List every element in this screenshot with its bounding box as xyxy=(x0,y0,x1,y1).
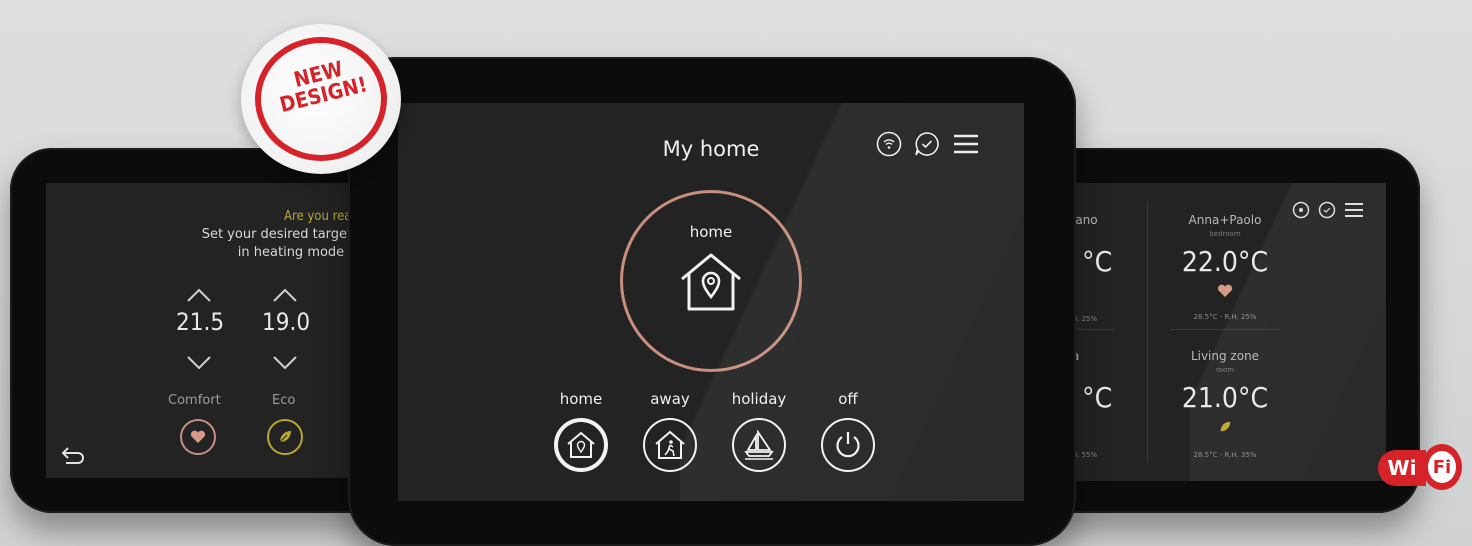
comfort-value: 21.5 xyxy=(176,308,225,336)
leaf-icon xyxy=(279,431,291,443)
mode-label: off xyxy=(838,390,858,408)
chat-check-icon[interactable] xyxy=(914,131,940,157)
menu-icon[interactable] xyxy=(952,133,980,155)
current-mode-label: home xyxy=(689,223,733,241)
right-toolbar xyxy=(1292,201,1364,219)
center-thermostat-device: My home home home away holiday off xyxy=(348,57,1076,546)
back-arrow-icon[interactable] xyxy=(60,445,88,465)
zone-temp[interactable]: °C xyxy=(1082,245,1112,278)
current-mode-dial[interactable]: home xyxy=(620,190,802,372)
right-thermostat-device: iano °C H. 25% Anna+Paolo bedroom 22.0°C… xyxy=(1030,148,1420,513)
zone-rh: H. 25% xyxy=(1072,315,1098,323)
zone-name: Anna+Paolo xyxy=(1188,213,1262,227)
right-screen: iano °C H. 25% Anna+Paolo bedroom 22.0°C… xyxy=(1030,183,1386,481)
eco-value: 19.0 xyxy=(262,308,311,336)
zone-temp[interactable]: °C xyxy=(1082,381,1112,414)
zone-rh: 28.5°C - R.H. 35% xyxy=(1193,451,1257,459)
wifi-logo: Wi Fi xyxy=(1378,442,1462,494)
mode-off[interactable]: off xyxy=(808,390,888,472)
holiday-mode-button[interactable] xyxy=(732,418,786,472)
wifi-status-icon[interactable] xyxy=(876,131,902,157)
mode-away[interactable]: away xyxy=(630,390,710,472)
home-location-icon xyxy=(681,253,741,311)
zone-rh: H. 55% xyxy=(1072,451,1098,459)
zone-temp[interactable]: 21.0°C xyxy=(1170,381,1280,414)
mode-label: away xyxy=(650,390,690,408)
zone-column-divider xyxy=(1147,201,1148,463)
away-mode-button[interactable] xyxy=(643,418,697,472)
chat-icon[interactable] xyxy=(1318,201,1336,219)
eco-up-icon[interactable] xyxy=(272,287,298,303)
zone-room: bedroom xyxy=(1209,230,1241,238)
zone-room: room xyxy=(1215,366,1235,374)
new-design-badge: NEW DESIGN! xyxy=(241,24,401,174)
zone-divider xyxy=(1075,329,1115,330)
heart-icon xyxy=(1217,284,1233,297)
center-screen: My home home home away holiday off xyxy=(398,103,1024,501)
mode-label: home xyxy=(559,390,603,408)
zone-name: iano xyxy=(1072,213,1098,227)
center-toolbar xyxy=(876,131,980,157)
menu-icon[interactable] xyxy=(1344,202,1364,218)
wifi-status-icon[interactable] xyxy=(1292,201,1310,219)
comfort-down-icon[interactable] xyxy=(186,355,212,371)
comfort-up-icon[interactable] xyxy=(186,287,212,303)
mode-home[interactable]: home xyxy=(541,390,621,472)
sailboat-icon xyxy=(744,430,774,460)
comfort-button[interactable] xyxy=(180,419,216,455)
zone-rh: 28.5°C - R.H. 25% xyxy=(1193,313,1257,321)
zone-name: Living zone xyxy=(1190,349,1260,363)
eco-down-icon[interactable] xyxy=(272,355,298,371)
home-mode-button[interactable] xyxy=(554,418,608,472)
eco-button[interactable] xyxy=(267,419,303,455)
mode-holiday[interactable]: holiday xyxy=(719,390,799,472)
comfort-label: Comfort xyxy=(168,393,221,408)
heart-icon xyxy=(190,430,206,443)
zone-divider xyxy=(1170,329,1280,330)
zone-name: a xyxy=(1072,349,1112,363)
home-icon xyxy=(567,431,595,458)
leaf-icon xyxy=(1220,421,1231,432)
eco-label: Eco xyxy=(272,393,296,408)
screen-glare xyxy=(1190,183,1386,481)
heating-mode-text: in heating mode xyxy=(237,245,345,260)
mode-label: holiday xyxy=(731,390,787,408)
away-icon xyxy=(655,430,685,459)
wifi-logo-wi: Wi xyxy=(1378,450,1426,486)
power-icon xyxy=(836,432,860,458)
wifi-logo-fi: Fi xyxy=(1428,451,1456,483)
zone-temp[interactable]: 22.0°C xyxy=(1170,245,1280,278)
off-mode-button[interactable] xyxy=(821,418,875,472)
